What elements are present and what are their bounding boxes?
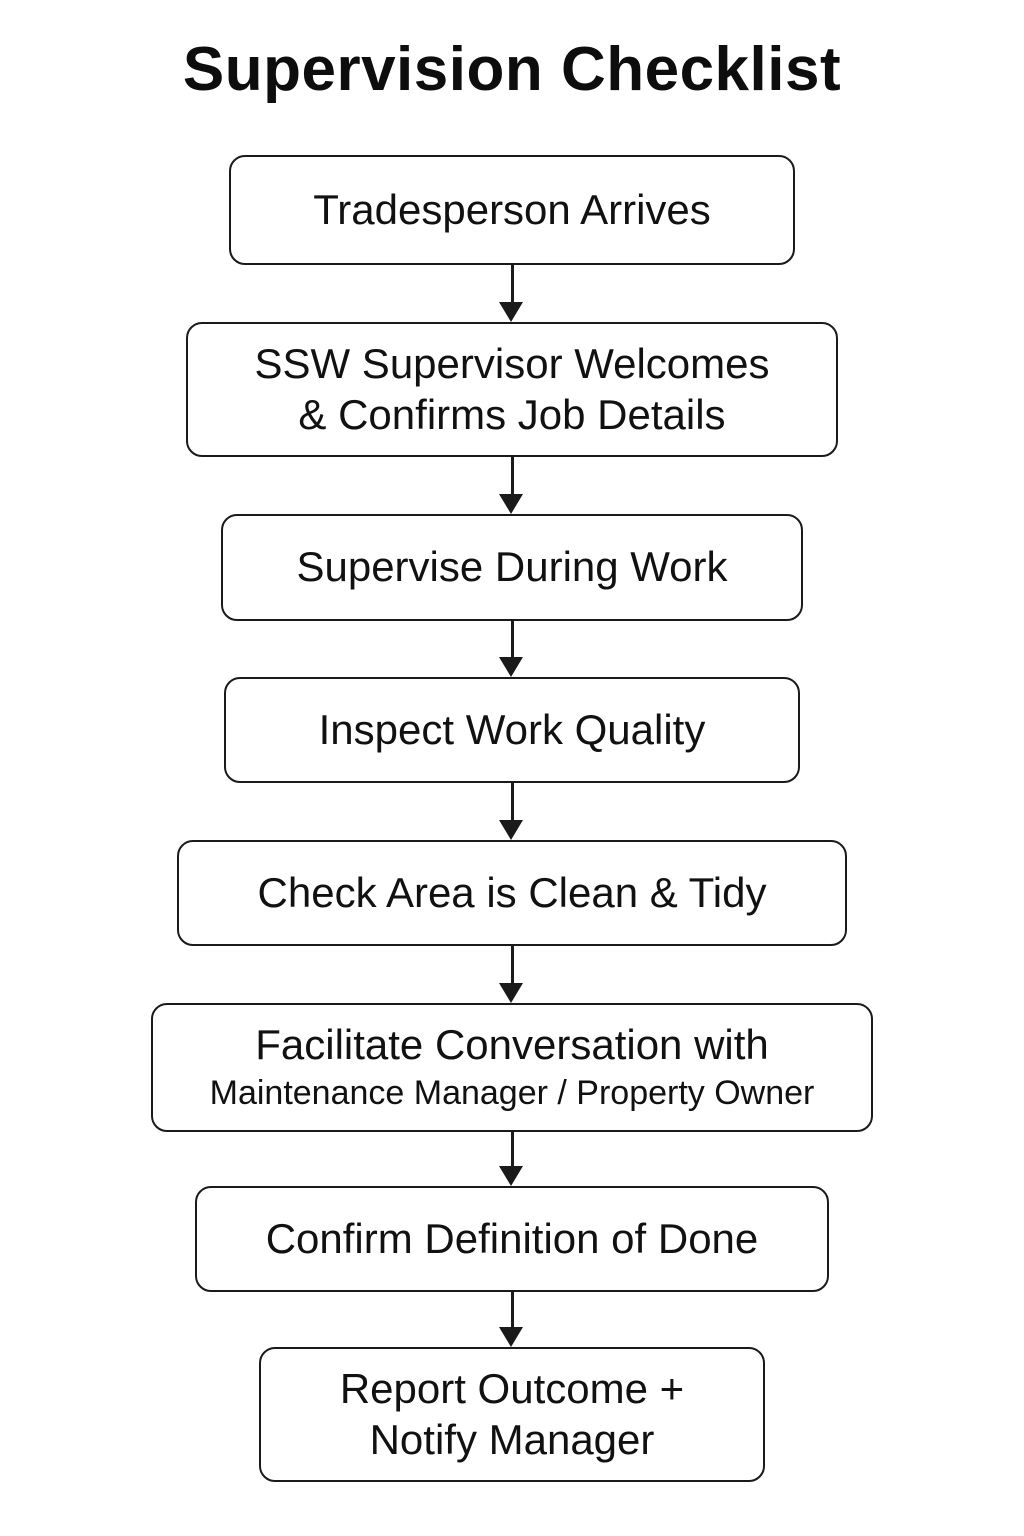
- step-label-line-2: Maintenance Manager / Property Owner: [209, 1073, 815, 1112]
- step-confirm-definition-of-done: Confirm Definition of Done: [195, 1186, 829, 1292]
- step-label: Inspect Work Quality: [318, 705, 706, 753]
- step-label: Confirm Definition of Done: [265, 1214, 759, 1262]
- step-inspect-work-quality: Inspect Work Quality: [224, 677, 800, 783]
- step-report-outcome: Report Outcome + Notify Manager: [259, 1347, 765, 1482]
- step-label-line-1: Report Outcome +: [339, 1365, 685, 1413]
- step-tradesperson-arrives: Tradesperson Arrives: [229, 155, 795, 265]
- step-supervise-during-work: Supervise During Work: [221, 514, 803, 621]
- arrow-down-1: [499, 265, 525, 322]
- arrow-down-2: [499, 457, 525, 514]
- step-check-area-clean: Check Area is Clean & Tidy: [177, 840, 847, 946]
- arrow-down-7: [499, 1292, 525, 1347]
- page-title: Supervision Checklist: [182, 35, 842, 104]
- arrow-down-6: [499, 1132, 525, 1186]
- step-label-line-2: Notify Manager: [369, 1415, 655, 1463]
- step-label-line-2: & Confirms Job Details: [298, 390, 726, 438]
- arrow-down-5: [499, 946, 525, 1003]
- step-label: Supervise During Work: [296, 543, 728, 591]
- step-facilitate-conversation: Facilitate Conversation with Maintenance…: [151, 1003, 873, 1132]
- step-label: Check Area is Clean & Tidy: [257, 868, 767, 916]
- arrow-down-3: [499, 621, 525, 677]
- step-label-line-1: Facilitate Conversation with: [255, 1021, 769, 1069]
- step-label: Tradesperson Arrives: [313, 185, 711, 233]
- arrow-down-4: [499, 783, 525, 840]
- step-label-line-1: SSW Supervisor Welcomes: [254, 340, 770, 388]
- step-supervisor-welcomes: SSW Supervisor Welcomes & Confirms Job D…: [186, 322, 838, 457]
